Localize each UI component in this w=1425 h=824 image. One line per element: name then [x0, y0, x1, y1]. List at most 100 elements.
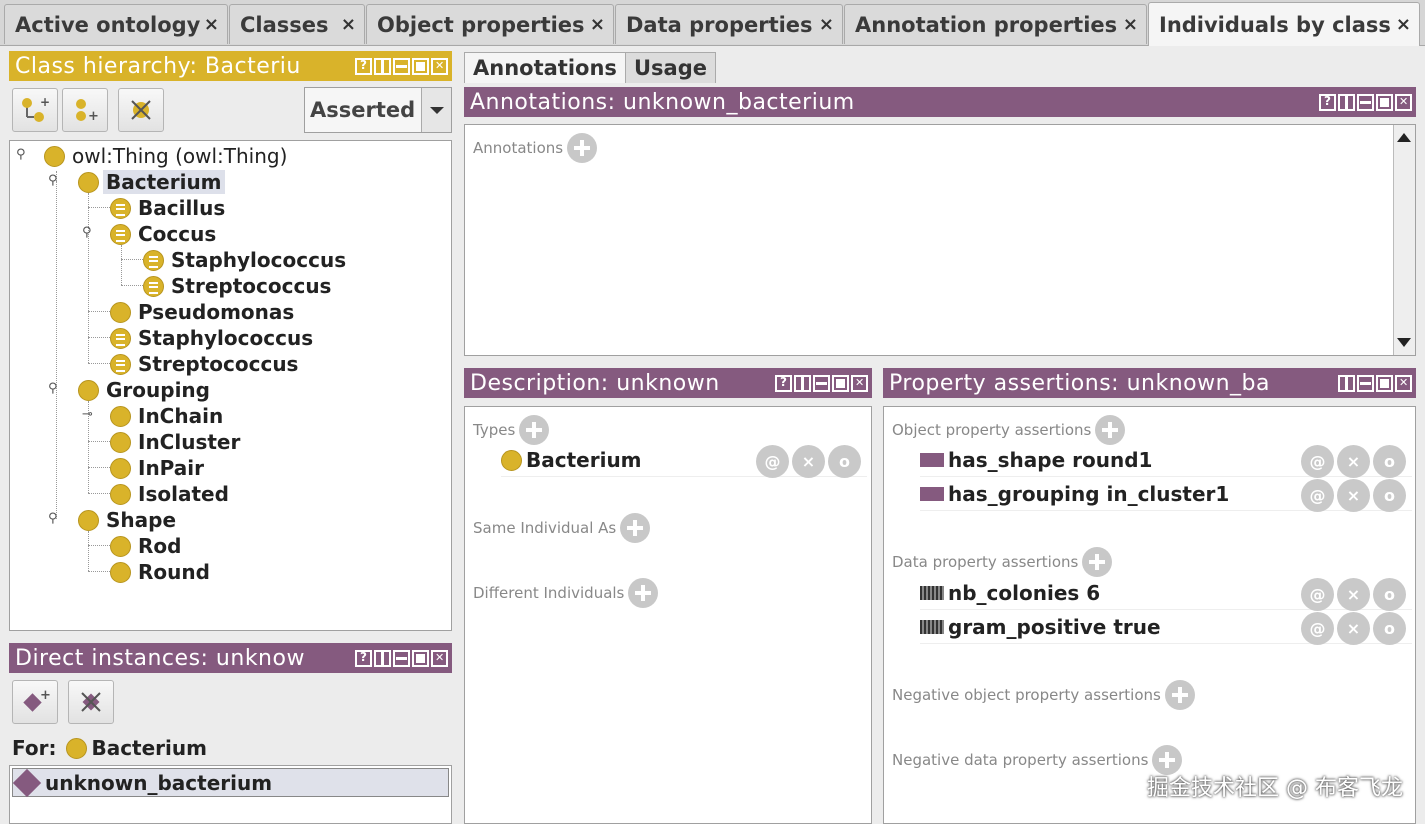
close-view-icon[interactable] — [851, 374, 868, 392]
tab-individuals-by-class[interactable]: Individuals by class × — [1148, 2, 1420, 46]
tree-item-inchain[interactable]: InChain — [110, 403, 226, 429]
delete-icon[interactable]: × — [1337, 612, 1370, 645]
tree-item-staphylococcus[interactable]: Staphylococcus — [143, 247, 349, 273]
tab-data-properties[interactable]: Data properties × — [615, 4, 843, 44]
annotate-icon[interactable]: @ — [1301, 578, 1334, 611]
add-data-assertion-icon[interactable] — [1082, 547, 1113, 577]
delete-individual-button[interactable] — [68, 680, 114, 724]
add-object-assertion-icon[interactable] — [1095, 415, 1126, 445]
maximize-icon[interactable] — [832, 374, 849, 392]
tab-object-properties[interactable]: Object properties × — [366, 4, 614, 44]
expand-handle-icon[interactable]: ⚲ — [48, 173, 58, 188]
scroll-down-icon[interactable] — [1397, 338, 1411, 347]
edit-icon[interactable]: o — [828, 445, 861, 478]
close-view-icon[interactable] — [431, 57, 448, 75]
edit-icon[interactable]: o — [1373, 578, 1406, 611]
type-row[interactable]: Bacterium @ × o — [501, 444, 867, 478]
tab-close-icon[interactable]: × — [1396, 14, 1411, 35]
tab-close-icon[interactable]: × — [590, 14, 605, 35]
annotate-icon[interactable]: @ — [1301, 479, 1334, 512]
help-icon[interactable] — [775, 374, 792, 392]
tree-item-shape[interactable]: Shape — [78, 507, 179, 533]
data-assertion-row[interactable]: nb_colonies 6 @ × o — [920, 577, 1412, 611]
edit-icon[interactable]: o — [1373, 612, 1406, 645]
delete-icon[interactable]: × — [792, 445, 825, 478]
tree-item-bacillus[interactable]: Bacillus — [110, 195, 228, 221]
chevron-down-icon[interactable] — [421, 88, 451, 132]
add-same-individual-icon[interactable] — [620, 513, 651, 543]
tab-close-icon[interactable]: × — [204, 14, 219, 35]
tree-item-staphylococcus[interactable]: Staphylococcus — [110, 325, 316, 351]
tree-item-grouping[interactable]: Grouping — [78, 377, 213, 403]
minimize-icon[interactable] — [813, 374, 830, 392]
minimize-icon[interactable] — [393, 649, 410, 667]
split-icon[interactable] — [374, 57, 391, 75]
tab-close-icon[interactable]: × — [1123, 14, 1138, 35]
add-type-icon[interactable] — [519, 415, 550, 445]
object-assertion-row[interactable]: has_grouping in_cluster1 @ × o — [920, 478, 1412, 512]
delete-class-button[interactable] — [118, 88, 164, 132]
list-item[interactable]: unknown_bacterium — [12, 768, 449, 797]
scroll-up-icon[interactable] — [1397, 133, 1411, 142]
annotate-icon[interactable]: @ — [1301, 445, 1334, 478]
object-assertion-row[interactable]: has_shape round1 @ × o — [920, 444, 1412, 478]
data-assertion-row[interactable]: gram_positive true @ × o — [920, 611, 1412, 645]
tree-item-coccus[interactable]: Coccus — [110, 221, 219, 247]
annotations-area[interactable]: Annotations — [464, 124, 1416, 356]
instance-list[interactable]: unknown_bacterium — [9, 765, 452, 824]
minimize-icon[interactable] — [1357, 374, 1374, 392]
tree-item-streptococcus[interactable]: Streptococcus — [110, 351, 301, 377]
maximize-icon[interactable] — [1376, 374, 1393, 392]
tree-item-inpair[interactable]: InPair — [110, 455, 207, 481]
delete-icon[interactable]: × — [1337, 479, 1370, 512]
split-icon[interactable] — [1338, 374, 1355, 392]
tab-close-icon[interactable]: × — [819, 14, 834, 35]
close-view-icon[interactable] — [1395, 374, 1412, 392]
maximize-icon[interactable] — [1376, 93, 1393, 111]
tab-active-ontology[interactable]: Active ontology × — [4, 4, 228, 44]
help-icon[interactable] — [355, 57, 372, 75]
tree-item-round[interactable]: Round — [110, 559, 213, 585]
edit-icon[interactable]: o — [1373, 479, 1406, 512]
tree-item-incluster[interactable]: InCluster — [110, 429, 243, 455]
add-subclass-button[interactable]: + — [12, 88, 58, 132]
expand-handle-icon[interactable]: ⚲ — [48, 511, 58, 526]
add-negative-object-assertion-icon[interactable] — [1164, 680, 1195, 710]
tab-annotation-properties[interactable]: Annotation properties × — [844, 4, 1147, 44]
tree-item-streptococcus[interactable]: Streptococcus — [143, 273, 334, 299]
split-icon[interactable] — [374, 649, 391, 667]
split-icon[interactable] — [794, 374, 811, 392]
expand-handle-icon[interactable]: ⚲ — [48, 381, 58, 396]
minimize-icon[interactable] — [393, 57, 410, 75]
tree-item-rod[interactable]: Rod — [110, 533, 184, 559]
collapse-handle-icon[interactable]: ⊸ — [82, 407, 93, 422]
add-sibling-button[interactable]: + — [62, 88, 108, 132]
close-view-icon[interactable] — [1395, 93, 1412, 111]
help-icon[interactable] — [355, 649, 372, 667]
edit-icon[interactable]: o — [1373, 445, 1406, 478]
tree-item-owl-thing[interactable]: owl:Thing (owl:Thing) — [44, 143, 290, 169]
tab-close-icon[interactable]: × — [341, 14, 356, 35]
expand-handle-icon[interactable]: ⚲ — [16, 147, 26, 162]
minimize-icon[interactable] — [1357, 93, 1374, 111]
expand-handle-icon[interactable]: ⚲ — [82, 225, 92, 240]
tab-usage[interactable]: Usage — [625, 52, 716, 83]
maximize-icon[interactable] — [412, 57, 429, 75]
maximize-icon[interactable] — [412, 649, 429, 667]
hierarchy-mode-select[interactable]: Asserted — [304, 87, 452, 133]
split-icon[interactable] — [1338, 93, 1355, 111]
help-icon[interactable] — [1319, 93, 1336, 111]
close-view-icon[interactable] — [431, 649, 448, 667]
tree-item-bacterium[interactable]: Bacterium — [78, 169, 225, 195]
annotate-icon[interactable]: @ — [1301, 612, 1334, 645]
tab-annotations[interactable]: Annotations — [464, 52, 626, 83]
annotate-icon[interactable]: @ — [756, 445, 789, 478]
add-different-individual-icon[interactable] — [628, 578, 659, 608]
delete-icon[interactable]: × — [1337, 445, 1370, 478]
tab-classes[interactable]: Classes × — [229, 4, 365, 44]
tree-item-pseudomonas[interactable]: Pseudomonas — [110, 299, 297, 325]
add-annotation-icon[interactable] — [567, 133, 598, 163]
class-tree[interactable]: ⚲ ⚲ ⚲ ⚲ ⊸ ⚲ owl:Thing (owl:Thing) Bacter… — [9, 140, 452, 631]
add-individual-button[interactable]: + — [12, 680, 58, 724]
scrollbar[interactable] — [1393, 125, 1415, 355]
